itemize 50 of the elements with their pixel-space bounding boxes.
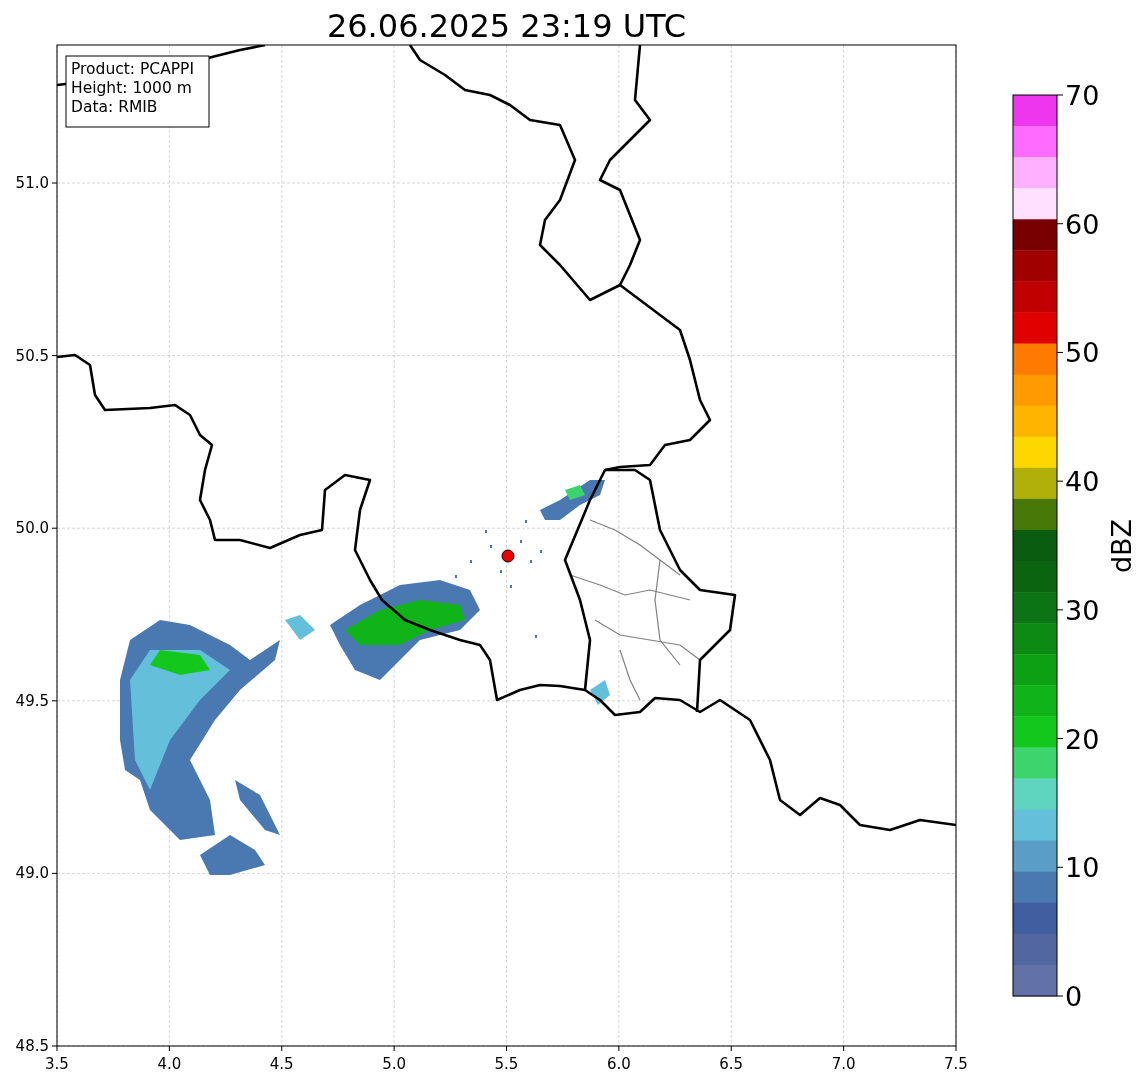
latitude-label: 51.0 (15, 174, 49, 192)
longitude-label: 5.5 (494, 1055, 519, 1073)
longitude-label: 6.0 (606, 1055, 631, 1073)
tick-mark (1056, 995, 1064, 997)
colorbar-tick-label: 20 (1065, 723, 1100, 755)
info-text: Product: PCAPPI (71, 60, 195, 78)
info-text: Data: RMIB (71, 98, 158, 116)
colorbar-tick-label: 50 (1065, 337, 1100, 369)
longitude-label: 4.0 (157, 1055, 182, 1073)
colorbar-tick-label: 10 (1065, 852, 1100, 884)
tick-mark (1056, 351, 1064, 353)
tick-mark (1056, 223, 1064, 225)
latitude-label: 48.5 (15, 1037, 49, 1055)
map-title: 26.06.2025 23:19 UTC (326, 7, 687, 45)
tick-mark (1056, 738, 1064, 740)
longitude-label: 7.0 (831, 1055, 856, 1073)
radar-site-marker (501, 549, 515, 563)
info-text: Height: 1000 m (71, 79, 192, 97)
colorbar-tick-label: 60 (1065, 208, 1100, 240)
longitude-label: 3.5 (45, 1055, 69, 1073)
colorbar-tick-label: 40 (1065, 466, 1100, 498)
longitude-label: 6.5 (719, 1055, 744, 1073)
tick-mark (730, 1045, 732, 1052)
tick-mark (51, 355, 58, 357)
longitude-label: 7.5 (944, 1055, 968, 1073)
tick-mark (618, 1045, 620, 1052)
tick-mark (51, 872, 58, 874)
tick-mark (955, 1045, 957, 1052)
tick-mark (51, 527, 58, 529)
latitude-label: 50.5 (15, 346, 49, 365)
longitude-label: 5.0 (382, 1055, 407, 1073)
colorbar-unit-label: dBZ (1106, 518, 1137, 574)
tick-mark (51, 182, 58, 184)
latitude-label: 50.0 (15, 519, 49, 538)
tick-mark (843, 1045, 845, 1052)
tick-mark (51, 700, 58, 702)
tick-mark (1056, 94, 1064, 96)
tick-mark (1056, 480, 1064, 482)
tick-mark (393, 1045, 395, 1052)
longitude-label: 4.5 (269, 1055, 294, 1073)
latitude-label: 49.5 (15, 691, 49, 710)
latitude-label: 49.0 (15, 864, 49, 883)
tick-mark (506, 1045, 507, 1052)
tick-mark (1056, 866, 1064, 868)
tick-mark (1056, 609, 1064, 611)
colorbar-tick-label: 30 (1065, 594, 1100, 626)
colorbar-tick-label: 0 (1065, 981, 1083, 1012)
colorbar-tick-label: 70 (1065, 80, 1100, 111)
tick-mark (281, 1045, 283, 1052)
tick-mark (168, 1045, 170, 1052)
